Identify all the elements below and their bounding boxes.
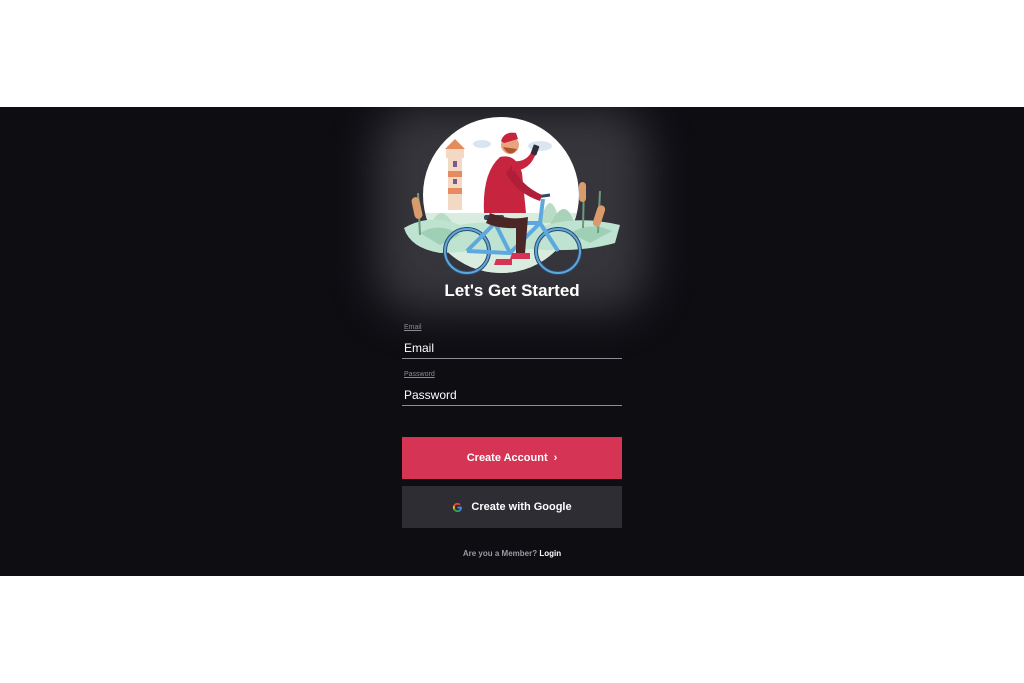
cyclist-illustration [404, 117, 620, 275]
email-field[interactable] [402, 337, 622, 359]
password-label: Password [404, 371, 435, 378]
create-account-label: Create Account [466, 452, 548, 464]
chevron-right-icon: › [553, 452, 558, 464]
member-question: Are you a Member? [462, 549, 538, 558]
create-with-google-button[interactable]: Create with Google [402, 486, 622, 528]
login-link[interactable]: Login [539, 549, 561, 558]
page-title: Let's Get Started [444, 281, 580, 300]
email-label: Email [404, 324, 422, 331]
create-with-google-label: Create with Google [471, 501, 572, 513]
password-field[interactable] [402, 384, 622, 406]
create-account-button[interactable]: Create Account › [402, 437, 622, 479]
signup-panel: Let's Get Started Email Password Create … [0, 107, 1024, 576]
google-icon [453, 502, 463, 512]
login-prompt: Are you a Member? Login [0, 549, 1024, 558]
